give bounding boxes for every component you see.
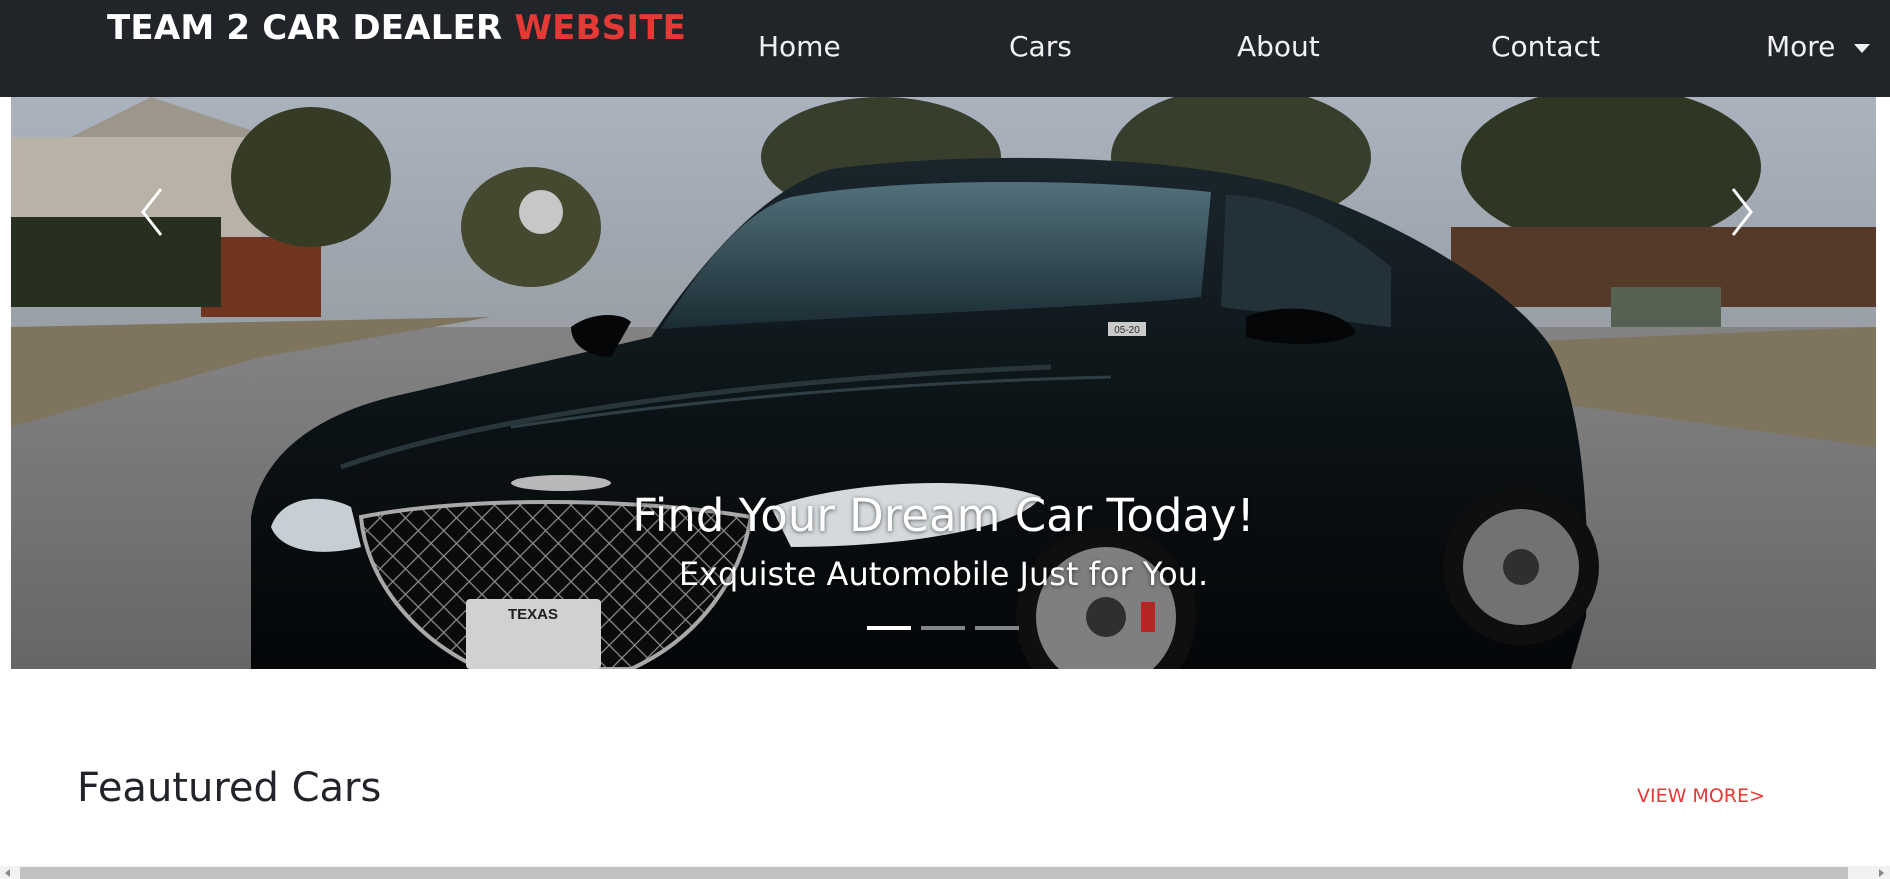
nav-link-cars[interactable]: Cars	[1009, 30, 1072, 63]
nav-link-home[interactable]: Home	[758, 30, 841, 63]
horizontal-scrollbar[interactable]	[0, 866, 1890, 879]
hero-title: Find Your Dream Car Today!	[632, 489, 1255, 542]
view-more-link[interactable]: VIEW MORE>	[1637, 785, 1765, 807]
nav-dropdown-more[interactable]: More	[1766, 30, 1835, 63]
chevron-down-icon	[1854, 44, 1870, 53]
carousel-indicator-1[interactable]	[867, 626, 911, 630]
carousel-prev-button[interactable]	[135, 177, 175, 247]
chevron-right-icon	[1731, 188, 1753, 236]
scroll-right-icon[interactable]	[1879, 869, 1884, 877]
scroll-left-icon[interactable]	[5, 869, 10, 877]
hero-subtitle: Exquiste Automobile Just for You.	[678, 555, 1209, 593]
brand-name: TEAM 2 CAR DEALER	[107, 8, 515, 48]
featured-cars-heading: Feautured Cars	[77, 765, 382, 811]
carousel-next-button[interactable]	[1721, 177, 1761, 247]
nav-link-about[interactable]: About	[1237, 30, 1320, 63]
nav-link-contact[interactable]: Contact	[1491, 30, 1600, 63]
carousel-indicator-3[interactable]	[975, 626, 1019, 630]
top-navbar: TEAM 2 CAR DEALER WEBSITE Home Cars Abou…	[0, 0, 1890, 97]
chevron-left-icon	[141, 188, 163, 236]
brand-accent: WEBSITE	[514, 8, 687, 48]
carousel-indicator-2[interactable]	[921, 626, 965, 630]
site-brand[interactable]: TEAM 2 CAR DEALER WEBSITE	[107, 8, 686, 48]
scrollbar-thumb[interactable]	[20, 867, 1848, 879]
hero-carousel: TEXAS 05-20 Find Your Dream Car Today! E…	[11, 97, 1876, 669]
